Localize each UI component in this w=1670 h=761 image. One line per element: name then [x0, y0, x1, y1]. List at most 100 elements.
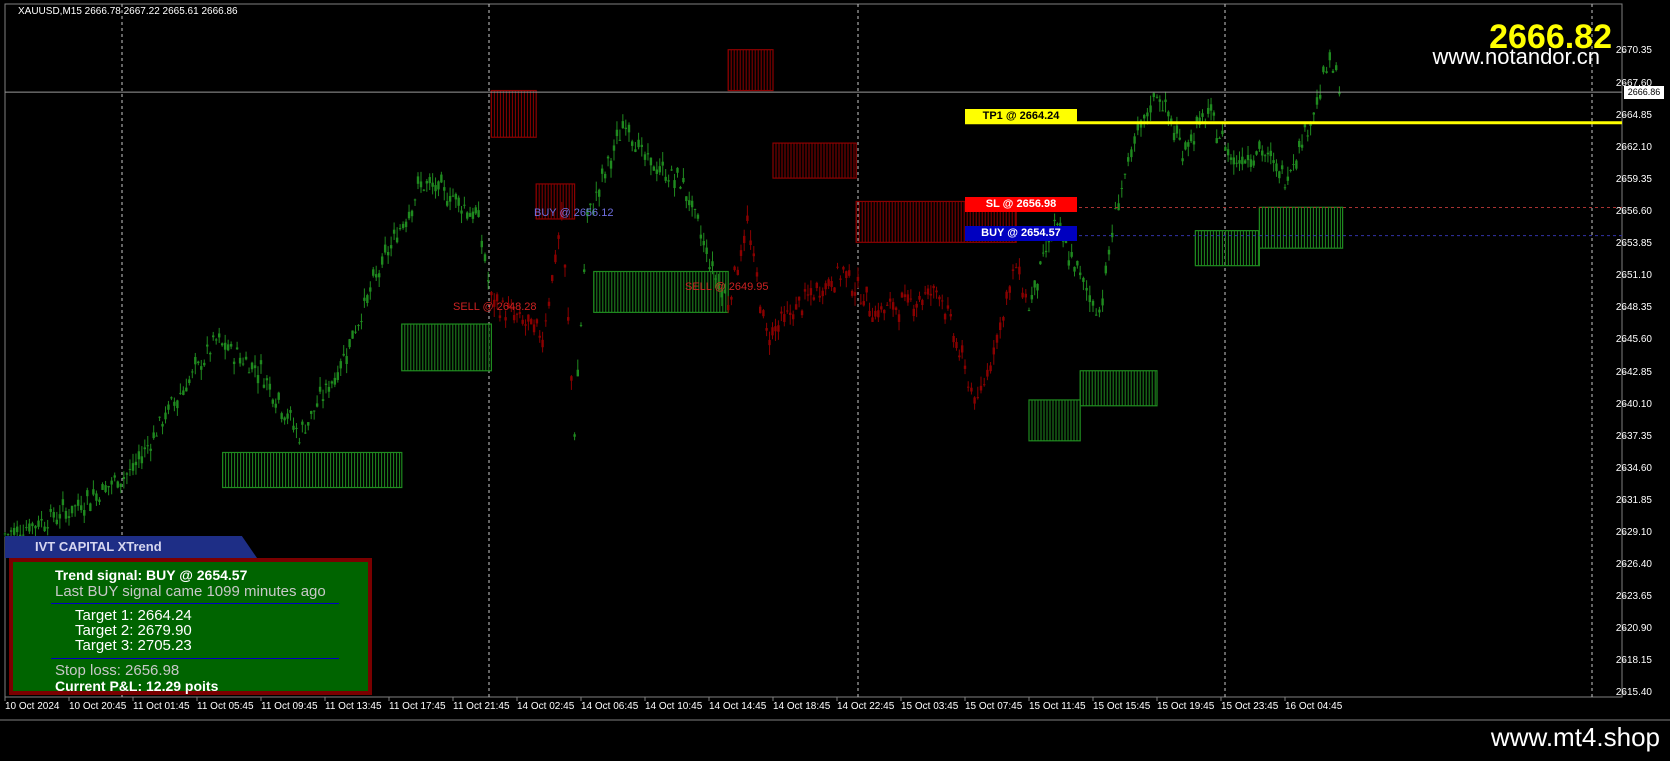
candle-body [699, 234, 703, 239]
candle-body [1021, 292, 1024, 298]
candle-body [1114, 208, 1117, 210]
time-tick-label: 11 Oct 21:45 [453, 701, 510, 712]
candle-body [794, 304, 798, 310]
candle-body [643, 154, 647, 160]
candle-body [330, 381, 334, 384]
candle-body [477, 210, 480, 217]
candle-body [1056, 223, 1059, 226]
candle-body [226, 344, 230, 351]
candle-body [1269, 150, 1272, 157]
candle-body [874, 310, 877, 317]
candle-body [203, 362, 206, 366]
candle-body [1024, 293, 1027, 298]
candle-body [746, 215, 749, 221]
candle-body [1098, 309, 1101, 313]
candle-body [1275, 163, 1278, 172]
candle-body [960, 345, 964, 353]
candle-body [161, 423, 164, 427]
candle-body [652, 166, 656, 171]
price-tick-label: 2670.35 [1615, 45, 1652, 57]
candle-body [888, 298, 892, 302]
candle-body [705, 247, 708, 254]
candle-body [1085, 287, 1088, 291]
candle-body [49, 509, 52, 512]
candle-body [1036, 283, 1039, 291]
candle-body [868, 310, 871, 317]
candle-body [265, 378, 269, 381]
buy-tag: BUY @ 2654.57 [965, 226, 1077, 241]
panel-separator [51, 658, 339, 659]
price-tick-label: 2618.15 [1615, 654, 1652, 666]
candle-body [83, 510, 86, 516]
panel-title-tab[interactable]: IVT CAPITAL XTrend [5, 536, 257, 558]
candle-body [468, 213, 472, 217]
candle-body [64, 510, 68, 519]
candle-body [283, 417, 286, 421]
price-tick-label: 2620.90 [1615, 622, 1652, 634]
candle-body [973, 397, 976, 404]
candle-body [1289, 169, 1292, 171]
candle-body [131, 463, 135, 471]
candle-body [1258, 141, 1261, 149]
candle-body [351, 330, 354, 339]
candle-body [1002, 317, 1005, 321]
candle-body [1101, 298, 1104, 306]
candle-body [1192, 141, 1196, 145]
time-tick-label: 10 Oct 20:45 [69, 701, 127, 712]
candle-body [1117, 203, 1120, 211]
candle-body [1053, 219, 1056, 222]
candle-body [220, 343, 224, 346]
candle-body [1218, 137, 1221, 139]
candle-body [152, 432, 155, 439]
candle-body [1252, 160, 1255, 166]
candle-body [155, 435, 158, 437]
candle-body [1207, 107, 1210, 114]
candle-body [92, 489, 95, 495]
candle-body [401, 223, 405, 228]
candle-body [853, 292, 857, 296]
candle-body [595, 191, 598, 193]
candle-body [532, 324, 536, 333]
time-tick-label: 14 Oct 06:45 [581, 701, 639, 712]
candle-body [871, 317, 874, 322]
candle-body [845, 271, 848, 279]
candle-body [1008, 286, 1011, 293]
candle-body [125, 473, 129, 475]
candle-body [609, 160, 613, 169]
last-signal: Last BUY signal came 1099 minutes ago [55, 583, 326, 600]
candle-body [976, 397, 979, 399]
candle-body [336, 372, 339, 381]
candle-body [95, 493, 98, 501]
candle-body [348, 339, 351, 348]
candle-body [688, 200, 691, 206]
mt4-chart-window[interactable]: XAUUSD,M15 2666.78 2667.22 2665.61 2666.… [0, 0, 1670, 761]
candle-body [1164, 99, 1167, 103]
candle-body [110, 480, 113, 485]
candle-body [618, 139, 622, 141]
symbol-info: XAUUSD,M15 2666.78 2667.22 2665.61 2666.… [18, 6, 238, 17]
candle-body [1167, 111, 1170, 117]
candle-body [392, 229, 396, 234]
candle-body [443, 187, 446, 191]
candle-body [140, 456, 144, 464]
candle-body [445, 201, 449, 206]
candle-body [570, 376, 573, 381]
candle-body [615, 129, 619, 137]
candle-body [1073, 266, 1076, 272]
candle-body [46, 527, 49, 529]
candle-body [627, 124, 631, 133]
candle-body [448, 196, 452, 202]
candle-body [906, 294, 910, 303]
candle-body [244, 356, 248, 360]
price-tick-label: 2653.85 [1615, 238, 1652, 250]
candle-body [37, 520, 40, 527]
candle-body [170, 397, 173, 399]
time-tick-label: 10 Oct 2024 [5, 701, 60, 712]
candle-body [708, 267, 711, 270]
candle-body [535, 319, 539, 324]
candle-body [1246, 154, 1250, 161]
price-tick-label: 2667.60 [1615, 77, 1652, 89]
price-tick-label: 2629.10 [1615, 527, 1652, 539]
candle-body [739, 250, 743, 256]
candle-body [1039, 261, 1042, 265]
